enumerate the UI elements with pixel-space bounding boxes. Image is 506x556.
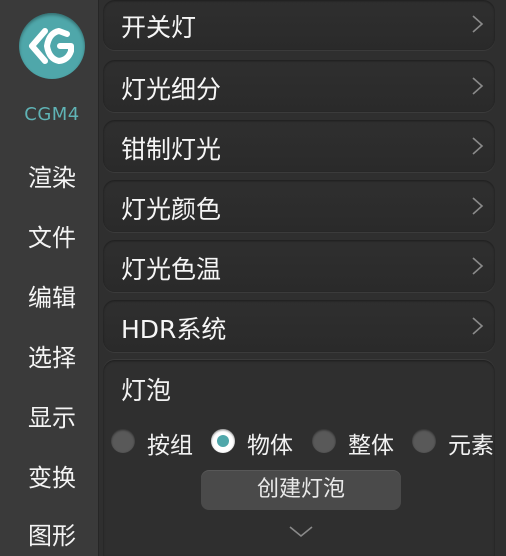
chevron-right-icon bbox=[472, 197, 484, 215]
radio-object[interactable]: 物体 bbox=[211, 426, 303, 459]
sidebar-item-render[interactable]: 渲染 bbox=[0, 158, 104, 193]
row-clamp-light[interactable]: 钳制灯光 bbox=[103, 120, 495, 172]
radio-element[interactable]: 元素 bbox=[412, 426, 494, 459]
radio-label: 按组 bbox=[147, 433, 193, 459]
row-label: 开关灯 bbox=[121, 13, 197, 42]
radio-whole[interactable]: 整体 bbox=[312, 426, 404, 459]
radio-label: 元素 bbox=[448, 433, 494, 459]
row-light-toggle[interactable]: 开关灯 bbox=[103, 0, 495, 50]
radio-dot bbox=[412, 429, 436, 453]
sidebar-item-shape[interactable]: 图形 bbox=[0, 516, 104, 551]
sidebar-item-edit[interactable]: 编辑 bbox=[0, 278, 104, 313]
chevron-right-icon bbox=[472, 77, 484, 95]
brand-label: CGM4 bbox=[24, 104, 80, 125]
radio-label: 整体 bbox=[348, 433, 394, 459]
create-bulb-button[interactable]: 创建灯泡 bbox=[201, 470, 401, 510]
radio-dot bbox=[211, 429, 235, 453]
cgm-logo-icon[interactable] bbox=[19, 13, 85, 79]
bulb-panel: 灯泡 按组 物体 整体 元素 创建灯泡 bbox=[103, 360, 495, 556]
row-hdr-system[interactable]: HDR系统 bbox=[103, 300, 495, 352]
sidebar-item-select[interactable]: 选择 bbox=[0, 338, 104, 373]
row-label: 灯光颜色 bbox=[121, 195, 222, 224]
row-light-color[interactable]: 灯光颜色 bbox=[103, 180, 495, 232]
radio-by-group[interactable]: 按组 bbox=[111, 426, 201, 459]
chevron-right-icon bbox=[472, 15, 484, 33]
radio-label: 物体 bbox=[247, 433, 293, 459]
radio-dot bbox=[312, 429, 336, 453]
chevron-down-icon[interactable] bbox=[287, 524, 315, 540]
row-light-temperature[interactable]: 灯光色温 bbox=[103, 240, 495, 292]
row-label: HDR系统 bbox=[121, 315, 227, 344]
row-label: 灯光细分 bbox=[121, 75, 222, 104]
row-label: 灯光色温 bbox=[121, 255, 222, 284]
sidebar-item-transform[interactable]: 变换 bbox=[0, 458, 104, 493]
main-panel: 开关灯 灯光细分 钳制灯光 灯光颜色 灯光色温 HDR系统 灯泡 按组 物体 整… bbox=[98, 0, 506, 556]
radio-dot bbox=[111, 429, 135, 453]
sidebar-item-display[interactable]: 显示 bbox=[0, 398, 104, 433]
chevron-right-icon bbox=[472, 257, 484, 275]
row-light-subdivision[interactable]: 灯光细分 bbox=[103, 60, 495, 112]
chevron-right-icon bbox=[472, 317, 484, 335]
sidebar: CGM4 渲染 文件 编辑 选择 显示 变换 图形 bbox=[0, 0, 100, 556]
chevron-right-icon bbox=[472, 137, 484, 155]
sidebar-item-file[interactable]: 文件 bbox=[0, 218, 104, 253]
row-label: 钳制灯光 bbox=[121, 135, 222, 164]
bulb-title: 灯泡 bbox=[121, 376, 172, 405]
